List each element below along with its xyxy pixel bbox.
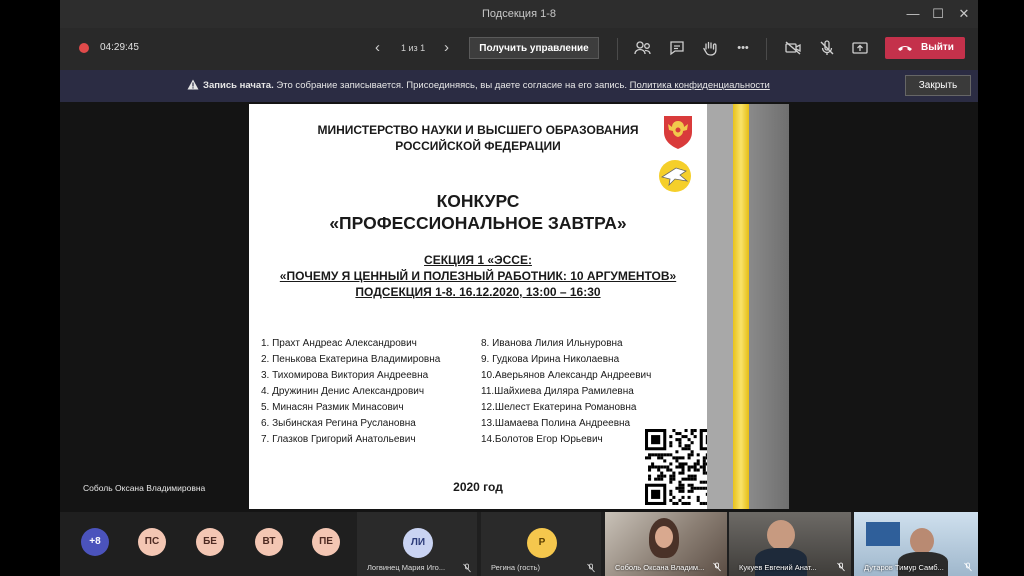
list-item: 8. Иванова Лилия Ильнуровна xyxy=(481,338,623,349)
previous-page-button[interactable]: ‹ xyxy=(375,40,380,55)
mic-off-icon xyxy=(837,562,845,572)
more-participants-button[interactable]: +8 xyxy=(81,528,109,556)
participants-list-left: 1. Прахт Андреас Александрович 2. Пенько… xyxy=(261,336,440,448)
meeting-timer: 04:29:45 xyxy=(100,42,139,53)
mic-off-icon[interactable] xyxy=(816,37,838,59)
take-control-button[interactable]: Получить управление xyxy=(469,37,599,59)
ministry-line-1: МИНИСТЕРСТВО НАУКИ И ВЫСШЕГО ОБРАЗОВАНИЯ xyxy=(317,123,639,137)
shared-slide: МИНИСТЕРСТВО НАУКИ И ВЫСШЕГО ОБРАЗОВАНИЯ… xyxy=(249,104,789,509)
slide-decor-strip xyxy=(707,104,733,509)
meeting-toolbar: 04:29:45 ‹ 1 из 1 › Получить управление … xyxy=(60,28,978,70)
mic-off-icon xyxy=(964,562,972,572)
participant-name: Соболь Оксана Владим... xyxy=(615,563,705,572)
mic-off-icon xyxy=(463,563,471,573)
share-screen-icon[interactable] xyxy=(849,37,871,59)
list-item: 7. Глазков Григорий Анатольевич xyxy=(261,434,416,445)
recording-banner: Запись начата. Это собрание записывается… xyxy=(60,70,978,102)
page-indicator: 1 из 1 xyxy=(401,43,426,53)
maximize-button[interactable]: ☐ xyxy=(928,5,948,23)
list-item: 13.Шамаева Полина Андреевна xyxy=(481,418,631,429)
close-window-button[interactable]: ✕ xyxy=(954,5,974,23)
video-background-poster xyxy=(866,522,900,546)
toolbar-divider xyxy=(766,38,767,60)
leave-label: Выйти xyxy=(921,42,954,53)
participant-name: Регина (гость) xyxy=(491,563,540,572)
video-person-face xyxy=(767,520,795,550)
participants-icon[interactable] xyxy=(632,37,654,59)
section-line-1: СЕКЦИЯ 1 «ЭССЕ: xyxy=(424,253,532,267)
ministry-heading: МИНИСТЕРСТВО НАУКИ И ВЫСШЕГО ОБРАЗОВАНИЯ… xyxy=(249,122,707,154)
next-page-button[interactable]: › xyxy=(444,40,449,55)
participant-avatar[interactable]: ВТ xyxy=(255,528,283,556)
list-item: 9. Гудкова Ирина Николаевна xyxy=(481,354,620,365)
participant-name: Логвинец Мария Иго... xyxy=(367,563,446,572)
more-options-button[interactable]: ••• xyxy=(732,37,754,59)
contest-logo-icon xyxy=(659,160,691,192)
participant-avatar[interactable]: БЕ xyxy=(196,528,224,556)
participant-tile[interactable]: Р Регина (гость) xyxy=(481,512,601,576)
list-item: 1. Прахт Андреас Александрович xyxy=(261,338,417,349)
participant-avatar[interactable]: ПС xyxy=(138,528,166,556)
list-item: 4. Дружинин Денис Александрович xyxy=(261,386,425,397)
close-banner-button[interactable]: Закрыть xyxy=(905,75,971,96)
title-bar: Подсекция 1-8 — ☐ ✕ xyxy=(60,0,978,28)
participants-strip: +8 ПС БЕ ВТ ПЕ ЛИ Логвинец Мария Иго... … xyxy=(60,512,978,576)
participant-avatar[interactable]: ПЕ xyxy=(312,528,340,556)
teams-meeting-window: Подсекция 1-8 — ☐ ✕ 04:29:45 ‹ 1 из 1 › … xyxy=(60,0,978,576)
leave-meeting-button[interactable]: Выйти xyxy=(885,37,965,59)
recording-notice: Запись начата. Это собрание записывается… xyxy=(203,80,770,91)
participant-tile[interactable]: ЛИ Логвинец Мария Иго... xyxy=(357,512,477,576)
list-item: 6. Зыбинская Регина Руслановна xyxy=(261,418,416,429)
participant-video-tile[interactable]: Кукуев Евгений Анат... xyxy=(729,512,851,576)
list-item: 11.Шайхиева Диляра Рамилевна xyxy=(481,386,634,397)
list-item: 2. Пенькова Екатерина Владимировна xyxy=(261,354,441,365)
recording-indicator-icon xyxy=(79,43,89,53)
recording-consent-text: Это собрание записывается. Присоединяясь… xyxy=(273,80,630,91)
warning-icon xyxy=(187,79,199,90)
section-line-2: «ПОЧЕМУ Я ЦЕННЫЙ И ПОЛЕЗНЫЙ РАБОТНИК: 10… xyxy=(279,269,677,283)
privacy-policy-link[interactable]: Политика конфиденциальности xyxy=(630,80,770,91)
camera-off-icon[interactable] xyxy=(782,37,804,59)
list-item: 14.Болотов Егор Юрьевич xyxy=(481,434,603,445)
mic-off-icon xyxy=(587,563,595,573)
toolbar-divider xyxy=(617,38,618,60)
list-item: 3. Тихомирова Виктория Андреевна xyxy=(261,370,429,381)
section-heading: СЕКЦИЯ 1 «ЭССЕ: «ПОЧЕМУ Я ЦЕННЫЙ И ПОЛЕЗ… xyxy=(249,252,707,300)
section-line-3: ПОДСЕКЦИЯ 1-8. 16.12.2020, 13:00 – 16:30 xyxy=(355,285,601,299)
mic-off-icon xyxy=(713,562,721,572)
list-item: 10.Аверьянов Александр Андреевич xyxy=(481,370,652,381)
list-item: 5. Минасян Размик Минасович xyxy=(261,402,404,413)
shared-content-stage: МИНИСТЕРСТВО НАУКИ И ВЫСШЕГО ОБРАЗОВАНИЯ… xyxy=(60,102,978,512)
slide-decor-strip xyxy=(749,104,789,509)
hang-up-icon xyxy=(898,46,912,51)
ministry-line-2: РОССИЙСКОЙ ФЕДЕРАЦИИ xyxy=(395,139,561,153)
slide-year: 2020 год xyxy=(453,480,503,494)
recording-started-label: Запись начата. xyxy=(203,80,274,91)
minimize-button[interactable]: — xyxy=(903,5,923,23)
window-title: Подсекция 1-8 xyxy=(482,8,556,20)
participants-list-right: 8. Иванова Лилия Ильнуровна 9. Гудкова И… xyxy=(481,336,651,448)
contest-heading: КОНКУРС «ПРОФЕССИОНАЛЬНОЕ ЗАВТРА» xyxy=(249,190,707,234)
participant-video-tile[interactable]: Дутаров Тимур Самб... xyxy=(854,512,978,576)
list-item: 12.Шелест Екатерина Романовна xyxy=(481,402,637,413)
contest-line-1: КОНКУРС xyxy=(436,191,520,211)
participant-avatar: ЛИ xyxy=(403,528,433,558)
participant-avatar: Р xyxy=(527,528,557,558)
coat-of-arms-icon xyxy=(664,116,692,149)
video-person-face xyxy=(655,526,673,548)
participant-name: Кукуев Евгений Анат... xyxy=(739,563,817,572)
raise-hand-icon[interactable] xyxy=(699,37,721,59)
video-person-face xyxy=(910,528,934,554)
presenter-name: Соболь Оксана Владимировна xyxy=(83,483,206,493)
contest-line-2: «ПРОФЕССИОНАЛЬНОЕ ЗАВТРА» xyxy=(329,213,627,233)
participant-video-tile[interactable]: Соболь Оксана Владим... xyxy=(605,512,727,576)
participant-name: Дутаров Тимур Самб... xyxy=(864,563,944,572)
slide-decor-strip xyxy=(733,104,749,509)
chat-icon[interactable] xyxy=(666,37,688,59)
